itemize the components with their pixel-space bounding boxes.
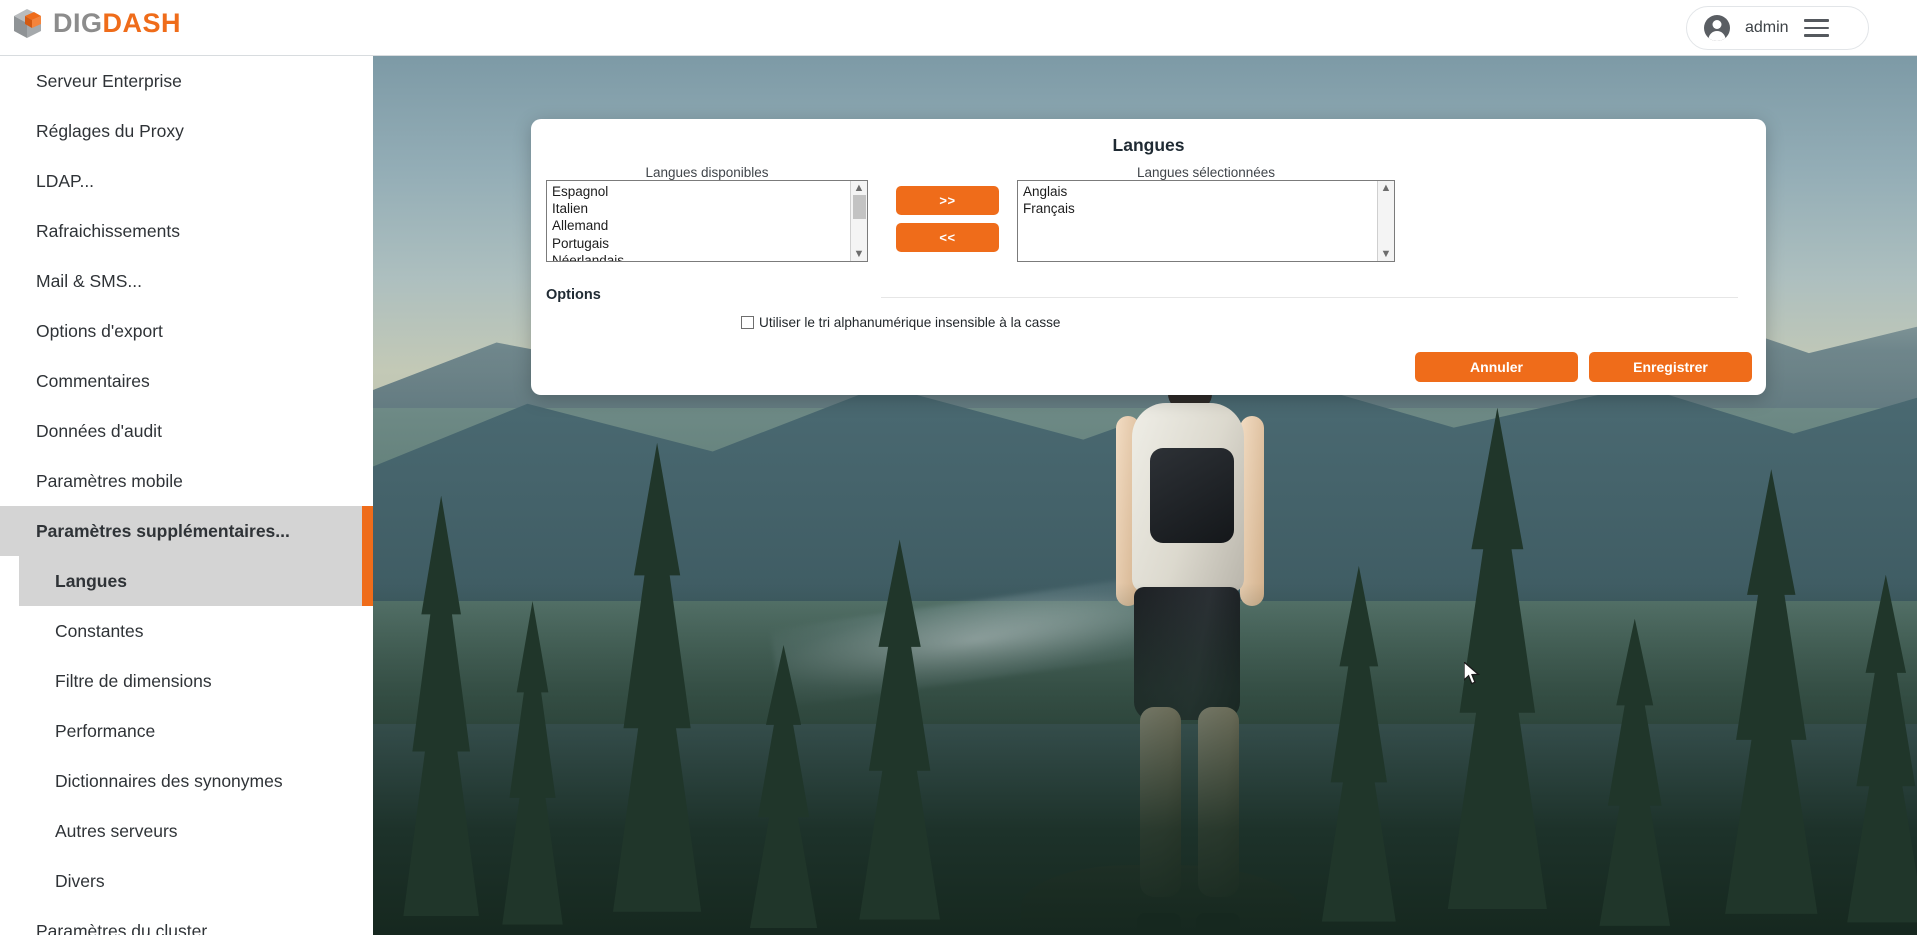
logo-text-primary: DIG xyxy=(53,8,103,38)
sidebar-item-ldap[interactable]: LDAP... xyxy=(0,156,373,206)
sidebar-item-label: Serveur Enterprise xyxy=(36,70,182,91)
sidebar-navigation[interactable]: Serveur Enterprise Réglages du Proxy LDAP.… xyxy=(0,56,373,935)
sidebar-item-donn-es-d-audit[interactable]: Données d'audit xyxy=(0,406,373,456)
selected-languages-listbox[interactable]: Anglais Français ▲ ▼ xyxy=(1017,180,1395,262)
hamburger-menu-icon[interactable] xyxy=(1803,19,1829,37)
sidebar-item-label: Filtre de dimensions xyxy=(55,670,212,691)
sidebar-item-label: Divers xyxy=(55,870,105,891)
sidebar-item-performance[interactable]: Performance xyxy=(0,706,373,756)
dialog-title: Langues xyxy=(1112,135,1185,155)
sidebar-item-label: Paramètres du cluster xyxy=(36,920,208,935)
remove-language-button[interactable]: << xyxy=(896,223,999,252)
sidebar-item-param-tres-du-cluster[interactable]: Paramètres du cluster xyxy=(0,906,373,935)
logo-text-secondary: DASH xyxy=(102,8,182,38)
sidebar-item-label: Autres serveurs xyxy=(55,820,178,841)
chevron-up-icon[interactable]: ▲ xyxy=(1381,181,1392,195)
available-languages-label: Langues disponibles xyxy=(645,165,769,180)
sidebar-item-r-glages-du-proxy[interactable]: Réglages du Proxy xyxy=(0,106,373,156)
sidebar-item-autres-serveurs[interactable]: Autres serveurs xyxy=(0,806,373,856)
sidebar-item-label: LDAP... xyxy=(36,170,95,191)
user-avatar-icon xyxy=(1704,15,1730,41)
sidebar-item-dictionnaires-des-synonymes[interactable]: Dictionnaires des synonymes xyxy=(0,756,373,806)
dialog-footer: Annuler Enregistrer xyxy=(1415,352,1752,382)
list-option[interactable]: Néerlandais xyxy=(550,252,867,261)
sidebar-item-label: Paramètres supplémentaires... xyxy=(36,520,290,541)
logo-wordmark: DIGDASH xyxy=(53,7,181,40)
list-option[interactable]: Italien xyxy=(550,200,867,217)
mouse-pointer-icon xyxy=(1463,660,1481,691)
cube-icon xyxy=(11,7,44,40)
save-button[interactable]: Enregistrer xyxy=(1589,352,1752,382)
top-bar: DIGDASH admin xyxy=(0,0,1917,56)
available-languages-options[interactable]: Espagnol Italien Allemand Portugais Néerland… xyxy=(547,181,867,261)
options-section-label: Options xyxy=(546,287,601,303)
alphanumeric-sort-checkbox[interactable]: Utiliser le tri alphanumérique insensibl… xyxy=(741,315,1060,330)
alphanumeric-sort-row: Utiliser le tri alphanumérique insensibl… xyxy=(531,315,1766,337)
sidebar-item-param-tres-suppl-mentaires[interactable]: Paramètres supplémentaires... xyxy=(0,506,373,556)
sidebar-item-label: Options d'export xyxy=(36,320,163,341)
selected-languages-label: Langues sélectionnées xyxy=(1136,165,1276,180)
add-language-button[interactable]: >> xyxy=(896,186,999,215)
available-languages-scrollbar[interactable]: ▲ ▼ xyxy=(850,181,867,261)
user-menu-button[interactable]: admin xyxy=(1686,6,1869,50)
sidebar-item-filtre-de-dimensions[interactable]: Filtre de dimensions xyxy=(0,656,373,706)
sidebar-item-rafraichissements[interactable]: Rafraichissements xyxy=(0,206,373,256)
languages-dialog: Langues Langues disponibles Espagnol Ital… xyxy=(531,119,1766,395)
chevron-up-icon[interactable]: ▲ xyxy=(854,181,865,195)
sidebar-item-label: Données d'audit xyxy=(36,420,162,441)
selected-languages-options[interactable]: Anglais Français xyxy=(1018,181,1394,217)
dual-list-selector: Langues disponibles Espagnol Italien Allem… xyxy=(531,165,1766,265)
sidebar-item-commentaires[interactable]: Commentaires xyxy=(0,356,373,406)
sidebar-item-options-d-export[interactable]: Options d'export xyxy=(0,306,373,356)
transfer-buttons: >> << xyxy=(896,186,999,252)
selected-languages-scrollbar[interactable]: ▲ ▼ xyxy=(1377,181,1394,261)
alphanumeric-sort-label: Utiliser le tri alphanumérique insensibl… xyxy=(759,315,1061,330)
scrollbar-thumb[interactable] xyxy=(853,195,866,220)
list-option[interactable]: Anglais xyxy=(1021,183,1394,200)
checkbox-box-icon[interactable] xyxy=(741,316,754,329)
sidebar-item-constantes[interactable]: Constantes xyxy=(0,606,373,656)
chevron-down-icon[interactable]: ▼ xyxy=(1381,247,1392,261)
sidebar-item-label: Performance xyxy=(55,720,156,741)
app-logo[interactable]: DIGDASH xyxy=(11,7,181,40)
sidebar-item-label: Commentaires xyxy=(36,370,150,391)
chevron-down-icon[interactable]: ▼ xyxy=(854,247,865,261)
sidebar-item-label: Paramètres mobile xyxy=(36,470,183,491)
list-option[interactable]: Français xyxy=(1021,200,1394,217)
sidebar-item-label: Rafraichissements xyxy=(36,220,180,241)
sidebar-item-label: Réglages du Proxy xyxy=(36,120,184,141)
sidebar-item-divers[interactable]: Divers xyxy=(0,856,373,906)
sidebar-item-label: Langues xyxy=(55,570,127,591)
list-option[interactable]: Espagnol xyxy=(550,183,867,200)
section-divider xyxy=(881,297,1738,298)
options-section-header: Options xyxy=(531,287,1766,309)
sidebar-item-label: Constantes xyxy=(55,620,144,641)
photo-foreground-forest xyxy=(373,583,1917,935)
list-option[interactable]: Allemand xyxy=(550,217,867,234)
cancel-button[interactable]: Annuler xyxy=(1415,352,1578,382)
user-name-label: admin xyxy=(1745,19,1789,36)
available-languages-listbox[interactable]: Espagnol Italien Allemand Portugais Néerland… xyxy=(546,180,868,262)
sidebar-item-label: Dictionnaires des synonymes xyxy=(55,770,283,791)
list-option[interactable]: Portugais xyxy=(550,235,867,252)
sidebar-item-serveur-enterprise[interactable]: Serveur Enterprise xyxy=(0,56,373,106)
available-languages-column: Langues disponibles Espagnol Italien Allem… xyxy=(546,165,868,262)
sidebar-item-param-tres-mobile[interactable]: Paramètres mobile xyxy=(0,456,373,506)
selected-languages-column: Langues sélectionnées Anglais Français ▲ … xyxy=(1017,165,1395,262)
sidebar-item-label: Mail & SMS... xyxy=(36,270,142,291)
sidebar-item-langues[interactable]: Langues xyxy=(0,556,373,606)
sidebar-item-mail-sms[interactable]: Mail & SMS... xyxy=(0,256,373,306)
